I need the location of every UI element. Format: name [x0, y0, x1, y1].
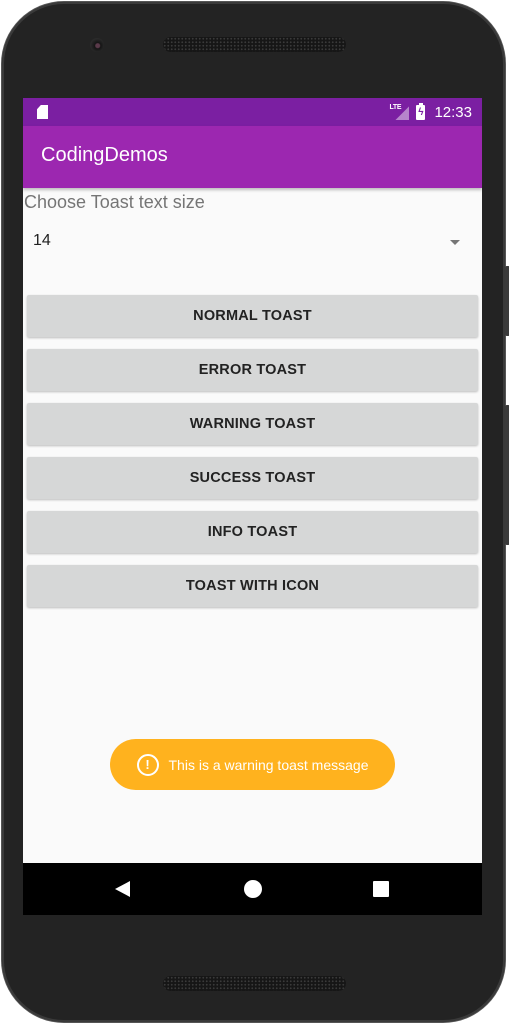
dropdown-arrow-icon	[450, 240, 460, 245]
navigation-bar	[23, 863, 482, 915]
lte-label: LTE	[389, 104, 402, 111]
status-bar: LTE ϟ 12:33	[23, 98, 482, 126]
spinner-selected-value: 14	[33, 232, 51, 249]
volume-rocker[interactable]	[505, 405, 509, 545]
charging-bolt-icon: ϟ	[418, 106, 424, 118]
info-toast-button[interactable]: INFO TOAST	[27, 511, 478, 553]
status-icons: LTE ϟ 12:33	[389, 98, 472, 126]
text-size-label: Choose Toast text size	[24, 192, 205, 212]
back-icon[interactable]	[115, 881, 130, 897]
network-indicator: LTE	[389, 104, 410, 120]
sd-card-icon	[37, 105, 48, 119]
toast-with-icon-button[interactable]: TOAST WITH ICON	[27, 565, 478, 607]
app-title: CodingDemos	[41, 144, 168, 166]
earpiece-speaker	[163, 37, 346, 52]
error-toast-button[interactable]: ERROR TOAST	[27, 349, 478, 391]
main-content: Choose Toast text size 14 NORMAL TOAST E…	[23, 188, 482, 833]
toast-message: This is a warning toast message	[168, 756, 369, 773]
warning-circle-icon: !	[136, 753, 159, 776]
status-clock: 12:33	[434, 103, 472, 121]
text-size-spinner[interactable]: 14	[23, 222, 482, 262]
battery-charging-icon: ϟ	[416, 102, 426, 120]
bottom-speaker	[163, 976, 346, 991]
home-icon[interactable]	[244, 880, 262, 898]
front-camera	[90, 38, 104, 52]
normal-toast-button[interactable]: NORMAL TOAST	[27, 295, 478, 337]
recents-icon[interactable]	[373, 881, 389, 897]
warning-toast-button[interactable]: WARNING TOAST	[27, 403, 478, 445]
warning-toast: ! This is a warning toast message	[110, 739, 395, 790]
app-bar: CodingDemos	[23, 126, 482, 188]
device-screen: LTE ϟ 12:33 CodingDemos Choose Toast tex…	[23, 98, 482, 915]
power-button[interactable]	[505, 266, 509, 336]
success-toast-button[interactable]: SUCCESS TOAST	[27, 457, 478, 499]
